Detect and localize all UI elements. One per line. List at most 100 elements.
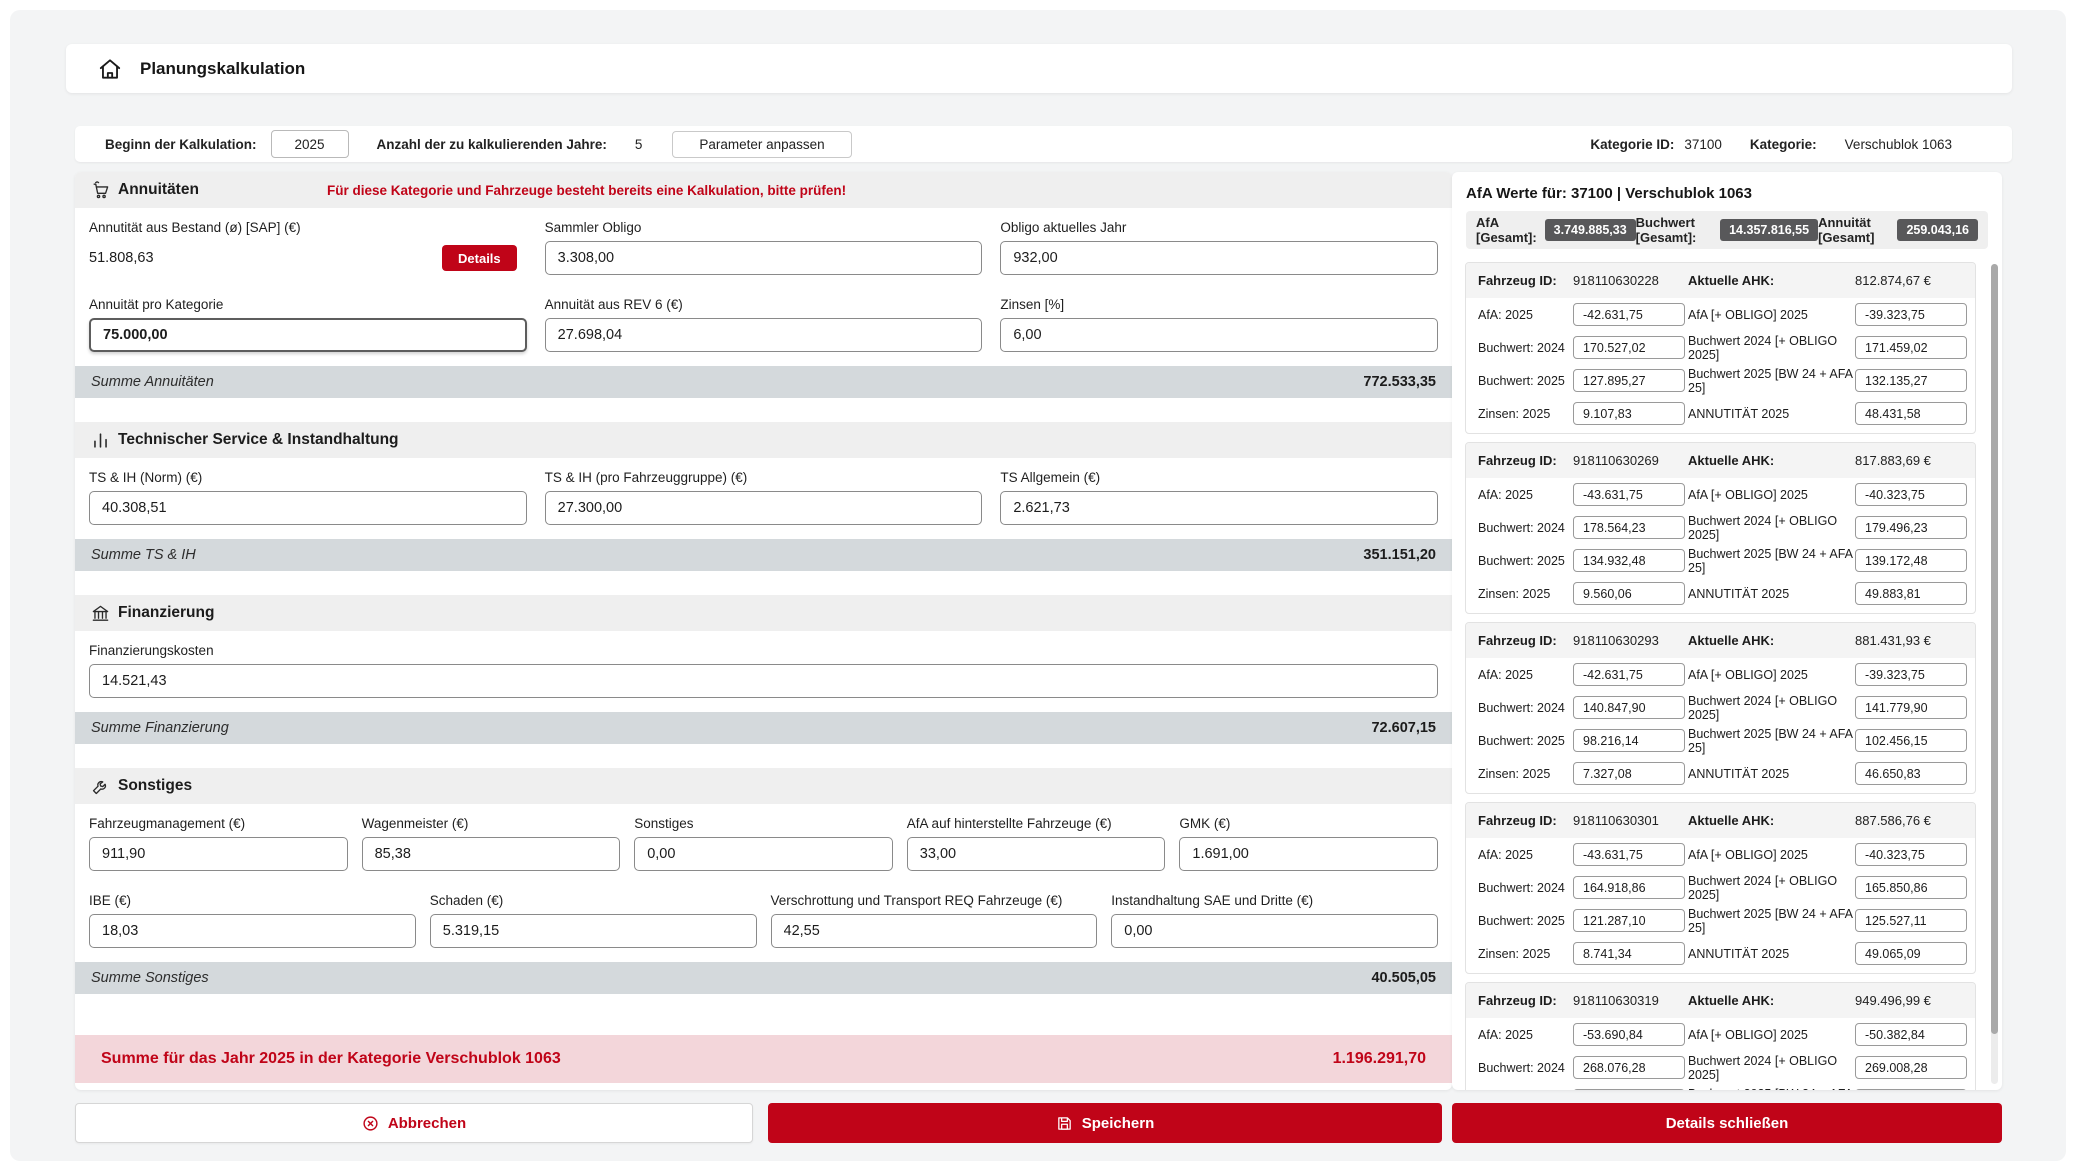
row-label: Buchwert 2025 [BW 24 + AFA 25]: [1688, 546, 1853, 575]
afa-panel-title: AfA Werte für: 37100 | Verschublok 1063: [1466, 185, 1752, 202]
buchwert-2024-input[interactable]: [1573, 876, 1685, 899]
afa-2025-input[interactable]: [1573, 303, 1685, 326]
vehicle-ahk-label: Aktuelle AHK:: [1688, 273, 1775, 288]
row-label: AfA [+ OBLIGO] 2025: [1688, 307, 1808, 322]
row-label: AfA [+ OBLIGO] 2025: [1688, 1027, 1808, 1042]
row-label: Buchwert 2024 [+ OBLIGO 2025]: [1688, 1053, 1838, 1082]
buchwert-2024-input[interactable]: [1573, 696, 1685, 719]
save-button[interactable]: Speichern: [768, 1103, 1442, 1143]
afa-2025-input[interactable]: [1573, 843, 1685, 866]
vehicle-id-value: 918110630293: [1573, 633, 1659, 648]
annuitaet-rev6-input[interactable]: [544, 318, 983, 352]
sum-value: 40.505,05: [1371, 970, 1436, 986]
cancel-button[interactable]: Abbrechen: [75, 1103, 753, 1143]
field-label: Finanzierungskosten: [89, 643, 214, 658]
buchwert-2024-obligo-input[interactable]: [1855, 336, 1967, 359]
afa-obligo-2025-input[interactable]: [1855, 843, 1967, 866]
field-label: Sonstiges: [634, 816, 694, 831]
wagenmeister-input[interactable]: [361, 837, 621, 871]
vehicle-id-value: 918110630228: [1573, 273, 1659, 288]
afa-2025-input[interactable]: [1573, 1023, 1685, 1046]
buchwert-2025-bw-afa-input[interactable]: [1855, 909, 1967, 932]
adjust-parameters-button[interactable]: Parameter anpassen: [672, 130, 852, 158]
buchwert-2025-input[interactable]: [1573, 549, 1685, 572]
home-button[interactable]: [96, 55, 124, 83]
buchwert-2024-input[interactable]: [1573, 1056, 1685, 1079]
vehicle-ahk-value: 881.431,93 €: [1855, 633, 1931, 648]
buchwert-2024-obligo-input[interactable]: [1855, 876, 1967, 899]
afa-obligo-2025-input[interactable]: [1855, 663, 1967, 686]
section-ts-ih-header: Technischer Service & Instandhaltung: [75, 422, 1452, 458]
scrollbar-thumb[interactable]: [1991, 264, 1998, 1034]
afa-panel-scrollbar[interactable]: [1991, 264, 1998, 1084]
begin-year-input[interactable]: [270, 130, 349, 158]
year-total-label: Summe für das Jahr 2025 in der Kategorie…: [101, 1050, 561, 1067]
zinsen-2025-input[interactable]: [1573, 942, 1685, 965]
ibe-input[interactable]: [89, 914, 416, 948]
begin-label: Beginn der Kalkulation:: [105, 136, 257, 152]
zinsen-2025-input[interactable]: [1573, 402, 1685, 425]
years-value: 5: [634, 136, 643, 152]
details-button[interactable]: Details: [442, 245, 517, 271]
buchwert-2025-input[interactable]: [1573, 909, 1685, 932]
field-label: IBE (€): [89, 893, 132, 908]
instandhaltung-sae-input[interactable]: [1111, 914, 1438, 948]
buchwert-2024-obligo-input[interactable]: [1855, 1056, 1967, 1079]
vehicle-card-list: Fahrzeug ID: 918110630228 Aktuelle AHK: …: [1452, 262, 2002, 1090]
buchwert-2025-bw-afa-input[interactable]: [1855, 1089, 1967, 1090]
verschrottung-input[interactable]: [770, 914, 1098, 948]
vehicle-zinsen-row: Zinsen: 2025 ANNUTITÄT 2025: [1466, 937, 1975, 970]
afa-obligo-2025-input[interactable]: [1855, 303, 1967, 326]
vehicle-ahk-value: 812.874,67 €: [1855, 273, 1931, 288]
cart-icon: [91, 180, 110, 200]
buchwert-2025-input[interactable]: [1573, 369, 1685, 392]
buchwert-2025-bw-afa-input[interactable]: [1855, 729, 1967, 752]
annutitaet-2025-input[interactable]: [1855, 402, 1967, 425]
sum-label: Summe TS & IH: [91, 547, 196, 563]
row-label: ANNUTITÄT 2025: [1688, 946, 1790, 961]
vehicle-card-header: Fahrzeug ID: 918110630228 Aktuelle AHK: …: [1466, 263, 1975, 298]
field-label: Annutität aus Bestand (ø) [SAP] (€): [89, 220, 301, 235]
row-label: Zinsen: 2025: [1478, 946, 1551, 961]
fahrzeugmanagement-input[interactable]: [89, 837, 348, 871]
vehicle-afa-row: AfA: 2025 AfA [+ OBLIGO] 2025: [1466, 298, 1975, 331]
field-sonstiges: Sonstiges: [634, 810, 893, 871]
gmk-input[interactable]: [1179, 837, 1438, 871]
buchwert-2025-input[interactable]: [1573, 729, 1685, 752]
buchwert-2024-obligo-input[interactable]: [1855, 696, 1967, 719]
annuitaet-gesamt-badge: 259.043,16: [1897, 219, 1978, 241]
buchwert-2025-bw-afa-input[interactable]: [1855, 549, 1967, 572]
row-label: Buchwert: 2024: [1478, 340, 1565, 355]
ts-allgemein-input[interactable]: [1000, 491, 1438, 525]
buchwert-2025-input[interactable]: [1573, 1089, 1685, 1090]
zinsen-2025-input[interactable]: [1573, 582, 1685, 605]
close-details-button[interactable]: Details schließen: [1452, 1103, 2002, 1143]
ts-ih-norm-input[interactable]: [89, 491, 527, 525]
zinsen-2025-input[interactable]: [1573, 762, 1685, 785]
vehicle-id-label: Fahrzeug ID:: [1478, 633, 1557, 648]
sonstiges-input[interactable]: [634, 837, 893, 871]
obligo-aktuelles-jahr-input[interactable]: [1000, 241, 1438, 275]
year-total-value: 1.196.291,70: [1332, 1050, 1426, 1067]
buchwert-2025-bw-afa-input[interactable]: [1855, 369, 1967, 392]
buchwert-2024-input[interactable]: [1573, 516, 1685, 539]
afa-2025-input[interactable]: [1573, 663, 1685, 686]
buchwert-2024-obligo-input[interactable]: [1855, 516, 1967, 539]
schaden-input[interactable]: [429, 914, 757, 948]
ts-ih-gruppe-input[interactable]: [544, 491, 983, 525]
afa-obligo-2025-input[interactable]: [1855, 1023, 1967, 1046]
afa-obligo-2025-input[interactable]: [1855, 483, 1967, 506]
finanzierungskosten-input[interactable]: [89, 664, 1438, 698]
vehicle-zinsen-row: Zinsen: 2025 ANNUTITÄT 2025: [1466, 397, 1975, 430]
afa-2025-input[interactable]: [1573, 483, 1685, 506]
zinsen-input[interactable]: [1000, 318, 1438, 352]
afa-hinterstellte-input[interactable]: [906, 837, 1166, 871]
field-ts-allgemein: TS Allgemein (€): [1000, 464, 1438, 525]
annutitaet-2025-input[interactable]: [1855, 942, 1967, 965]
annutitaet-2025-input[interactable]: [1855, 762, 1967, 785]
sammler-obligo-input[interactable]: [544, 241, 983, 275]
annutitaet-2025-input[interactable]: [1855, 582, 1967, 605]
annuitaet-pro-kategorie-input[interactable]: [89, 318, 527, 352]
category-id-label: Kategorie ID:: [1590, 136, 1675, 152]
buchwert-2024-input[interactable]: [1573, 336, 1685, 359]
